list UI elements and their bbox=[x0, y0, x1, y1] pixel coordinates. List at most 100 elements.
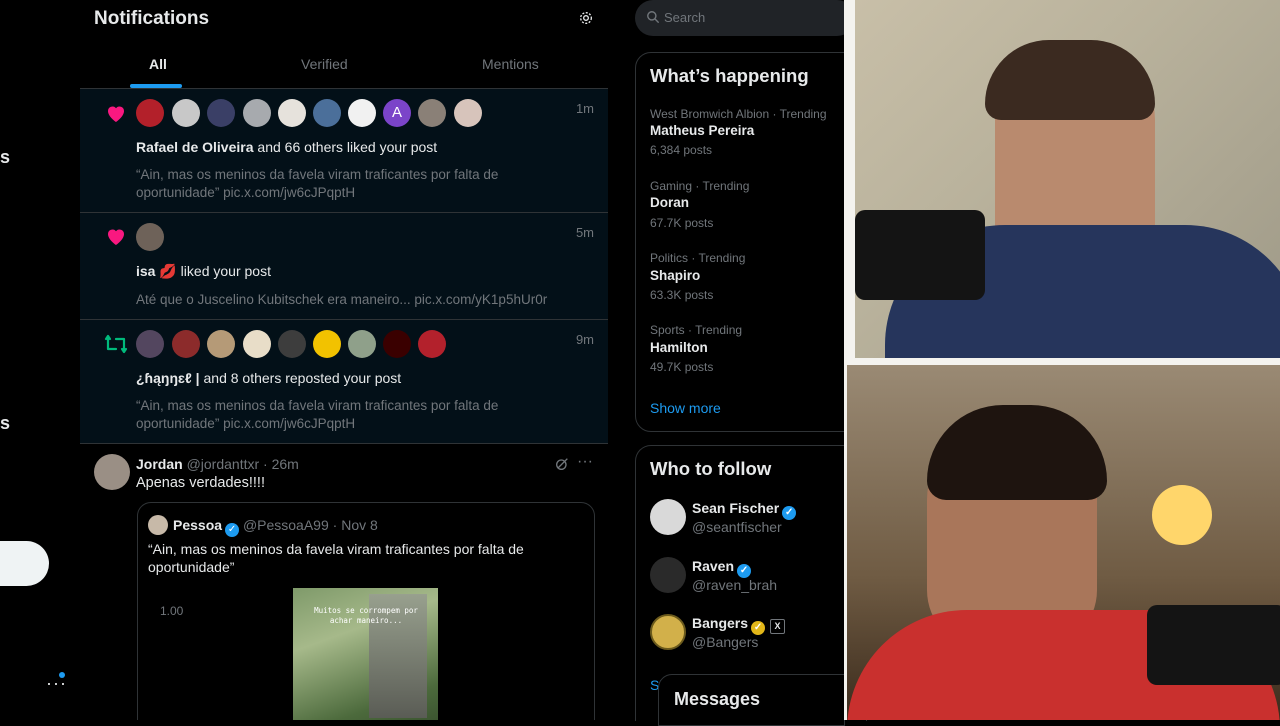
trend-posts: 67.7K posts bbox=[650, 216, 714, 230]
avatar[interactable] bbox=[383, 330, 411, 358]
follow-name[interactable]: Sean Fischer ✓ bbox=[692, 500, 797, 520]
more-icon[interactable]: ··· bbox=[577, 453, 593, 471]
avatar[interactable] bbox=[278, 330, 306, 358]
quoted-author-name: Pessoa bbox=[173, 517, 223, 533]
trend-title[interactable]: Hamilton bbox=[650, 340, 708, 355]
trend-title[interactable]: Matheus Pereira bbox=[650, 123, 754, 138]
avatar[interactable] bbox=[172, 330, 200, 358]
notification-item[interactable]: 5m isa 💋 liked your post Até que o Jusce… bbox=[80, 213, 608, 320]
actor-name[interactable]: isa 💋 bbox=[136, 263, 177, 279]
search-input[interactable]: Search bbox=[635, 0, 855, 36]
post-button[interactable] bbox=[0, 541, 49, 586]
microphone bbox=[1147, 605, 1280, 685]
notification-post-preview[interactable]: Até que o Juscelino Kubitschek era manei… bbox=[136, 291, 596, 309]
avatar bbox=[148, 515, 168, 535]
avatar[interactable] bbox=[136, 223, 164, 251]
follow-handle[interactable]: @raven_brah bbox=[692, 577, 777, 593]
search-icon bbox=[647, 11, 659, 23]
notification-post-preview[interactable]: “Ain, mas os meninos da favela viram tra… bbox=[136, 166, 556, 202]
playback-speed[interactable]: 1.00 bbox=[160, 604, 183, 618]
notification-time: 5m bbox=[575, 225, 594, 240]
quoted-header: Pessoa ✓ @PessoaA99 · Nov 8 bbox=[173, 517, 378, 537]
trend-title[interactable]: Doran bbox=[650, 195, 689, 210]
panel-title: Who to follow bbox=[650, 458, 772, 479]
notification-text: isa 💋 liked your post bbox=[136, 263, 271, 280]
actor-name[interactable]: ¿ɦąŋŋɛℓ | bbox=[136, 370, 200, 386]
tab-verified[interactable]: Verified bbox=[301, 56, 348, 72]
repost-icon bbox=[104, 334, 128, 354]
notification-action: liked your post bbox=[176, 263, 271, 279]
tab-all[interactable]: All bbox=[149, 56, 167, 72]
author-name[interactable]: Jordan bbox=[136, 456, 183, 472]
tab-mentions[interactable]: Mentions bbox=[482, 56, 539, 72]
quoted-time: · Nov 8 bbox=[332, 517, 378, 533]
tweet[interactable]: Jordan @jordanttxr · 26m ··· Apenas verd… bbox=[80, 444, 608, 720]
tweet-time[interactable]: · 26m bbox=[263, 456, 299, 472]
nav-item-label-partial[interactable]: s bbox=[0, 413, 10, 434]
author-handle[interactable]: @jordanttxr bbox=[187, 456, 260, 472]
avatar[interactable] bbox=[94, 454, 130, 490]
trend-meta: Gaming · Trending bbox=[650, 179, 750, 193]
notification-post-preview[interactable]: “Ain, mas os meninos da favela viram tra… bbox=[136, 397, 556, 433]
verified-gold-badge-icon: ✓ bbox=[751, 621, 766, 635]
search-placeholder: Search bbox=[664, 10, 706, 25]
follow-name[interactable]: Raven ✓ bbox=[692, 558, 752, 578]
avatar[interactable] bbox=[650, 614, 686, 650]
video-frame: Muitos se corrompem por achar maneiro... bbox=[293, 588, 438, 720]
notifications-column: Notifications All Verified Mentions A 1m… bbox=[80, 0, 609, 720]
trend-posts: 6,384 posts bbox=[650, 143, 713, 157]
webcam-lamp bbox=[1152, 485, 1212, 545]
video-player[interactable]: 1.00 Muitos se corrompem por achar manei… bbox=[138, 588, 594, 720]
avatar[interactable] bbox=[454, 99, 482, 127]
avatar[interactable] bbox=[313, 99, 341, 127]
avatar[interactable]: A bbox=[383, 99, 411, 127]
notification-action: and 66 others liked your post bbox=[253, 139, 438, 155]
follow-handle[interactable]: @seantfischer bbox=[692, 519, 782, 535]
quoted-text: “Ain, mas os meninos da favela viram tra… bbox=[148, 541, 524, 575]
gear-icon[interactable] bbox=[578, 10, 594, 26]
video-caption: Muitos se corrompem por achar maneiro... bbox=[314, 606, 418, 625]
avatar[interactable] bbox=[207, 330, 235, 358]
trend-meta: Politics · Trending bbox=[650, 251, 746, 265]
avatar[interactable] bbox=[348, 330, 376, 358]
avatar[interactable] bbox=[313, 330, 341, 358]
avatar-row: A bbox=[136, 99, 496, 127]
microphone bbox=[855, 210, 985, 300]
notification-item[interactable]: 9m ¿ɦąŋŋɛℓ | and 8 others reposted your … bbox=[80, 320, 608, 444]
heart-icon bbox=[108, 106, 124, 122]
tweet-header: Jordan @jordanttxr · 26m bbox=[136, 456, 299, 472]
avatar[interactable] bbox=[650, 557, 686, 593]
grok-icon[interactable] bbox=[554, 456, 570, 472]
trend-meta: West Bromwich Albion · Trending bbox=[650, 107, 827, 121]
quoted-tweet[interactable]: Pessoa ✓ @PessoaA99 · Nov 8 “Ain, mas os … bbox=[137, 502, 595, 720]
nav-item-label-partial[interactable]: s bbox=[0, 147, 10, 168]
notification-item[interactable]: A 1m Rafael de Oliveira and 66 others li… bbox=[80, 89, 608, 213]
avatar[interactable] bbox=[348, 99, 376, 127]
avatar[interactable] bbox=[172, 99, 200, 127]
avatar[interactable] bbox=[136, 99, 164, 127]
notification-text: ¿ɦąŋŋɛℓ | and 8 others reposted your pos… bbox=[136, 370, 401, 386]
webcam-feed-bottom bbox=[847, 365, 1280, 720]
page-title: Notifications bbox=[94, 8, 210, 29]
x-affiliate-icon: X bbox=[770, 619, 786, 634]
follow-name[interactable]: Bangers ✓ X bbox=[692, 615, 786, 635]
avatar[interactable] bbox=[243, 330, 271, 358]
avatar[interactable] bbox=[207, 99, 235, 127]
follow-handle[interactable]: @Bangers bbox=[692, 634, 758, 650]
actor-name[interactable]: Rafael de Oliveira bbox=[136, 139, 254, 155]
notification-time: 1m bbox=[575, 101, 594, 116]
avatar[interactable] bbox=[650, 499, 686, 535]
left-navigation: s s ··· bbox=[0, 0, 81, 720]
avatar[interactable] bbox=[418, 330, 446, 358]
trend-title[interactable]: Shapiro bbox=[650, 268, 700, 283]
verified-badge-icon: ✓ bbox=[225, 523, 240, 537]
avatar[interactable] bbox=[418, 99, 446, 127]
show-more-link[interactable]: Show more bbox=[650, 400, 721, 416]
avatar[interactable] bbox=[243, 99, 271, 127]
avatar[interactable] bbox=[136, 330, 164, 358]
messages-title: Messages bbox=[674, 689, 761, 709]
verified-badge-icon: ✓ bbox=[782, 506, 797, 520]
right-sidebar: Search What’s happening West Bromwich Al… bbox=[608, 0, 867, 721]
messages-drawer[interactable]: Messages bbox=[658, 674, 845, 726]
avatar[interactable] bbox=[278, 99, 306, 127]
